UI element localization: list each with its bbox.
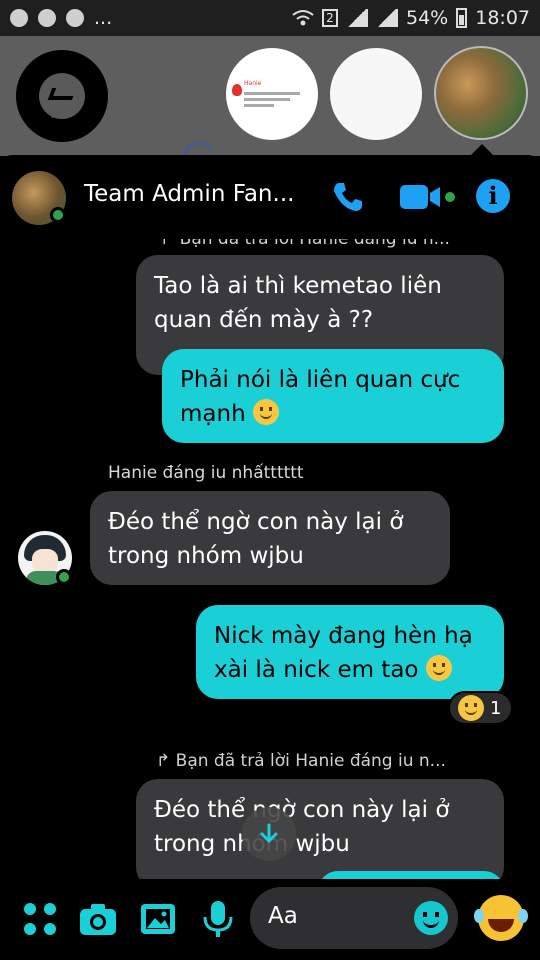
- message-list[interactable]: ↱ Bạn đã trả lời Hanie đáng iu n... Tao …: [0, 239, 540, 879]
- image-icon[interactable]: [138, 899, 178, 939]
- camera-icon: [66, 9, 84, 27]
- arrow-down-icon: [260, 823, 278, 844]
- smile-emoji-icon: [252, 399, 279, 425]
- mic-icon[interactable]: [198, 899, 238, 939]
- wifi-icon: [292, 10, 314, 26]
- replied-message-bubble[interactable]: Đéo thể ngờ con này lại ở trong nhóm wjb…: [136, 779, 504, 879]
- chat-header: Team Admin Fan... i: [0, 155, 540, 239]
- video-icon[interactable]: [400, 183, 458, 211]
- message-text: Đéo thể ngờ con này lại ở trong nhóm wjb…: [154, 797, 450, 857]
- chat-heads-area: G Hanie: [0, 36, 540, 186]
- notification-icons: ...: [10, 7, 112, 29]
- online-indicator: [56, 569, 72, 585]
- signal-icon: [376, 9, 398, 27]
- laughing-emoji-icon[interactable]: [474, 895, 524, 941]
- battery-icon: [456, 8, 468, 28]
- emoji-icon[interactable]: [414, 901, 448, 935]
- notification-preview-text: Hanie: [244, 80, 262, 87]
- reply-indicator-text: Bạn đã trả lời Hanie đáng iu n...: [175, 751, 446, 771]
- conversation-title[interactable]: Team Admin Fan...: [84, 181, 294, 207]
- battery-percent: 54%: [406, 7, 449, 29]
- chat-head-notification[interactable]: Hanie: [226, 48, 318, 140]
- reply-arrow-icon: ↱: [156, 751, 176, 771]
- status-bar: ... 2 54% 18:07: [0, 0, 540, 36]
- reply-indicator-text: Bạn đã trả lời Hanie đáng iu n...: [179, 239, 450, 249]
- chat-window: Team Admin Fan... i ↱ Bạn đã trả lời Han…: [0, 155, 540, 960]
- reply-arrow-icon: ↱: [160, 239, 180, 249]
- chat-head-group-avatar[interactable]: [434, 46, 528, 140]
- apps-icon[interactable]: [20, 899, 60, 939]
- signal-icon: [346, 9, 368, 27]
- smile-emoji-icon: [425, 655, 452, 681]
- chat-head-blank[interactable]: [330, 48, 422, 140]
- sent-message-bubble-partial[interactable]: [318, 871, 504, 879]
- clock: 18:07: [475, 7, 530, 29]
- phone-icon[interactable]: [330, 179, 366, 215]
- reply-indicator: ↱ Bạn đã trả lời Hanie đáng iu n...: [156, 751, 446, 771]
- reply-indicator: ↱ Bạn đã trả lời Hanie đáng iu n...: [160, 239, 450, 249]
- message-text: Phải nói là liên quan cực mạnh: [180, 367, 461, 427]
- messenger-icon: [39, 73, 85, 119]
- message-text: Đéo thể ngờ con này lại ở trong nhóm wjb…: [108, 509, 404, 569]
- sent-message-bubble[interactable]: Phải nói là liên quan cực mạnh: [162, 349, 504, 443]
- online-indicator: [50, 207, 66, 223]
- message-text: Tao là ai thì kemetao liên quan đến mày …: [154, 273, 442, 333]
- message-input-placeholder: Aa: [268, 903, 298, 929]
- received-message-bubble[interactable]: Đéo thể ngờ con này lại ở trong nhóm wjb…: [90, 491, 450, 585]
- notification-thumbnail-icon: [232, 84, 242, 96]
- messenger-icon: [38, 9, 56, 27]
- info-icon[interactable]: i: [476, 179, 510, 213]
- more-icon: ...: [94, 7, 113, 29]
- sender-name: Hanie đáng iu nhấtttttt: [108, 463, 304, 483]
- laughing-emoji-icon: [458, 695, 484, 721]
- messenger-icon: [10, 9, 28, 27]
- composer-bar: Aa: [0, 879, 540, 960]
- reaction-count: 1: [490, 697, 502, 719]
- message-input[interactable]: Aa: [250, 887, 458, 949]
- sent-message-bubble[interactable]: Nick mày đang hèn hạ xài là nick em tao: [196, 605, 504, 699]
- sim-badge: 2: [322, 9, 338, 27]
- reaction-badge[interactable]: 1: [448, 691, 514, 725]
- camera-icon[interactable]: [78, 899, 118, 939]
- scroll-to-bottom-button[interactable]: [242, 807, 296, 861]
- messenger-chat-head[interactable]: [16, 50, 108, 142]
